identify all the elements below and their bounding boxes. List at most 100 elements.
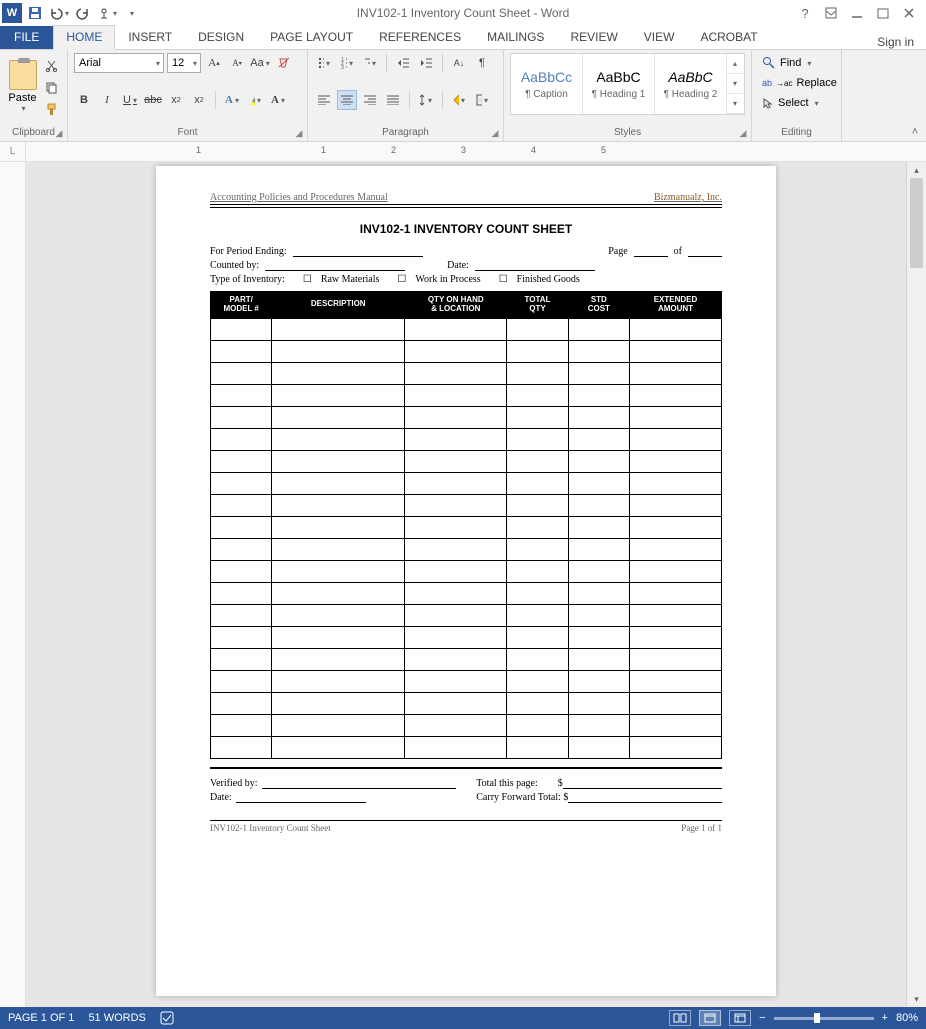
table-cell[interactable] [507,428,568,450]
table-cell[interactable] [568,362,629,384]
table-cell[interactable] [405,406,507,428]
table-cell[interactable] [568,450,629,472]
table-cell[interactable] [629,604,721,626]
table-cell[interactable] [507,406,568,428]
table-cell[interactable] [568,428,629,450]
table-cell[interactable] [405,362,507,384]
show-marks-icon[interactable]: ¶ [472,53,492,73]
help-icon[interactable]: ? [794,2,816,24]
table-cell[interactable] [272,626,405,648]
table-cell[interactable] [272,604,405,626]
table-cell[interactable] [272,714,405,736]
table-cell[interactable] [507,538,568,560]
tab-selector-icon[interactable]: L [0,142,26,161]
shading-icon[interactable]: ▾ [449,90,469,110]
table-cell[interactable] [272,538,405,560]
tab-design[interactable]: DESIGN [185,25,257,49]
align-left-icon[interactable] [314,90,334,110]
table-cell[interactable] [405,692,507,714]
table-cell[interactable] [568,340,629,362]
font-color-icon[interactable]: A▾ [268,90,288,110]
web-layout-icon[interactable] [729,1010,751,1026]
table-cell[interactable] [568,384,629,406]
table-cell[interactable] [507,736,568,758]
table-cell[interactable] [629,626,721,648]
table-cell[interactable] [405,538,507,560]
copy-icon[interactable] [41,77,61,97]
select-button[interactable]: Select▾ [758,93,835,113]
touch-mode-icon[interactable]: ▾ [96,2,118,24]
tab-references[interactable]: REFERENCES [366,25,474,49]
font-size-select[interactable]: 12▾ [167,53,201,73]
table-cell[interactable] [211,736,272,758]
table-cell[interactable] [272,670,405,692]
document-canvas[interactable]: Accounting Policies and Procedures Manua… [26,162,906,1007]
table-cell[interactable] [568,560,629,582]
ribbon-display-icon[interactable] [820,2,842,24]
paragraph-dialog-launcher-icon[interactable]: ◢ [489,127,501,139]
table-cell[interactable] [629,714,721,736]
table-cell[interactable] [629,450,721,472]
proofing-icon[interactable] [160,1011,176,1025]
table-cell[interactable] [272,516,405,538]
maximize-icon[interactable] [872,2,894,24]
table-cell[interactable] [405,604,507,626]
table-cell[interactable] [405,736,507,758]
table-cell[interactable] [272,318,405,340]
zoom-in-button[interactable]: + [882,1012,888,1024]
decrease-indent-icon[interactable] [393,53,413,73]
table-cell[interactable] [405,582,507,604]
numbering-icon[interactable]: 123▾ [337,53,357,73]
table-cell[interactable] [211,516,272,538]
styles-dialog-launcher-icon[interactable]: ◢ [737,127,749,139]
table-cell[interactable] [405,450,507,472]
table-cell[interactable] [272,384,405,406]
table-cell[interactable] [211,362,272,384]
table-cell[interactable] [405,318,507,340]
tab-insert[interactable]: INSERT [115,25,185,49]
table-cell[interactable] [272,472,405,494]
table-cell[interactable] [629,516,721,538]
table-cell[interactable] [507,582,568,604]
table-cell[interactable] [211,714,272,736]
table-cell[interactable] [507,472,568,494]
table-cell[interactable] [629,406,721,428]
table-cell[interactable] [568,604,629,626]
table-cell[interactable] [211,472,272,494]
table-cell[interactable] [568,626,629,648]
scroll-down-icon[interactable]: ▾ [907,991,926,1007]
strikethrough-icon[interactable]: abc [143,90,163,110]
table-cell[interactable] [568,472,629,494]
table-cell[interactable] [211,384,272,406]
table-cell[interactable] [629,472,721,494]
format-painter-icon[interactable] [41,99,61,119]
text-effects-icon[interactable]: A▾ [222,90,242,110]
table-cell[interactable] [405,670,507,692]
table-cell[interactable] [568,714,629,736]
paste-button[interactable]: Paste ▾ [6,53,39,119]
table-cell[interactable] [272,736,405,758]
save-icon[interactable] [24,2,46,24]
replace-button[interactable]: ab→acReplace [758,73,835,93]
table-cell[interactable] [507,450,568,472]
table-cell[interactable] [405,560,507,582]
tab-file[interactable]: FILE [0,26,53,49]
table-cell[interactable] [272,582,405,604]
table-cell[interactable] [211,670,272,692]
table-cell[interactable] [568,538,629,560]
style-heading1[interactable]: AaBbC ¶ Heading 1 [583,54,655,114]
table-cell[interactable] [211,538,272,560]
close-icon[interactable] [898,2,920,24]
print-layout-icon[interactable] [699,1010,721,1026]
table-cell[interactable] [272,648,405,670]
zoom-out-button[interactable]: − [759,1012,765,1024]
table-cell[interactable] [629,648,721,670]
style-heading2[interactable]: AaBbC ¶ Heading 2 [655,54,727,114]
table-cell[interactable] [629,318,721,340]
justify-icon[interactable] [383,90,403,110]
status-words[interactable]: 51 WORDS [88,1012,145,1024]
table-cell[interactable] [568,516,629,538]
scroll-up-icon[interactable]: ▴ [907,162,926,178]
table-cell[interactable] [405,494,507,516]
table-cell[interactable] [568,318,629,340]
